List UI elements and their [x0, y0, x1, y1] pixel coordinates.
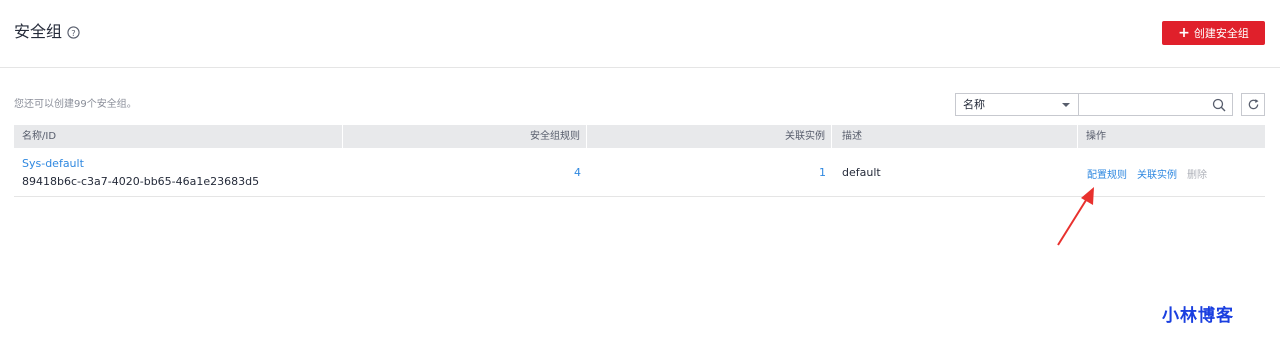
search-box: [1078, 93, 1233, 116]
column-header-instances: 关联实例: [785, 131, 825, 142]
help-icon[interactable]: ?: [67, 26, 80, 39]
security-group-name-link[interactable]: Sys-default: [22, 157, 84, 170]
row-actions: 配置规则 关联实例 删除: [1087, 166, 1207, 181]
plus-icon: +: [1178, 25, 1190, 41]
refresh-icon: [1248, 99, 1259, 110]
chevron-down-icon: [1062, 103, 1070, 107]
associate-instance-link[interactable]: 关联实例: [1137, 170, 1177, 181]
table-header: 名称/ID 安全组规则 关联实例 描述 操作: [14, 125, 1265, 148]
watermark-text: 小林博客: [1162, 306, 1234, 326]
quota-hint: 您还可以创建99个安全组。: [14, 99, 137, 110]
instance-count-link[interactable]: 1: [819, 166, 826, 179]
create-button-label: 创建安全组: [1193, 27, 1249, 40]
filter-field-select[interactable]: 名称: [955, 93, 1078, 116]
rule-count-link[interactable]: 4: [574, 166, 581, 179]
column-header-actions: 操作: [1086, 131, 1106, 142]
search-icon[interactable]: [1212, 98, 1226, 112]
svg-text:?: ?: [71, 28, 75, 38]
page-header: 安全组 ? + 创建安全组: [0, 0, 1280, 68]
column-header-description: 描述: [842, 131, 862, 142]
annotation-arrow: [1057, 187, 1094, 246]
security-group-page: 安全组 ? + 创建安全组 您还可以创建99个安全组。 名称 名称/ID 安全组: [0, 0, 1280, 352]
column-header-rules: 安全组规则: [530, 131, 580, 142]
refresh-button[interactable]: [1241, 93, 1265, 116]
search-input[interactable]: [1079, 94, 1207, 115]
security-group-id: 89418b6c-c3a7-4020-bb65-46a1e23683d5: [22, 175, 260, 188]
filter-selected-value: 名称: [963, 98, 985, 111]
configure-rules-link[interactable]: 配置规则: [1087, 170, 1127, 181]
create-security-group-button[interactable]: + 创建安全组: [1162, 21, 1265, 45]
delete-link[interactable]: 删除: [1187, 170, 1207, 181]
column-header-name-id: 名称/ID: [22, 131, 57, 142]
description-text: default: [842, 166, 881, 179]
page-title: 安全组: [14, 22, 63, 41]
